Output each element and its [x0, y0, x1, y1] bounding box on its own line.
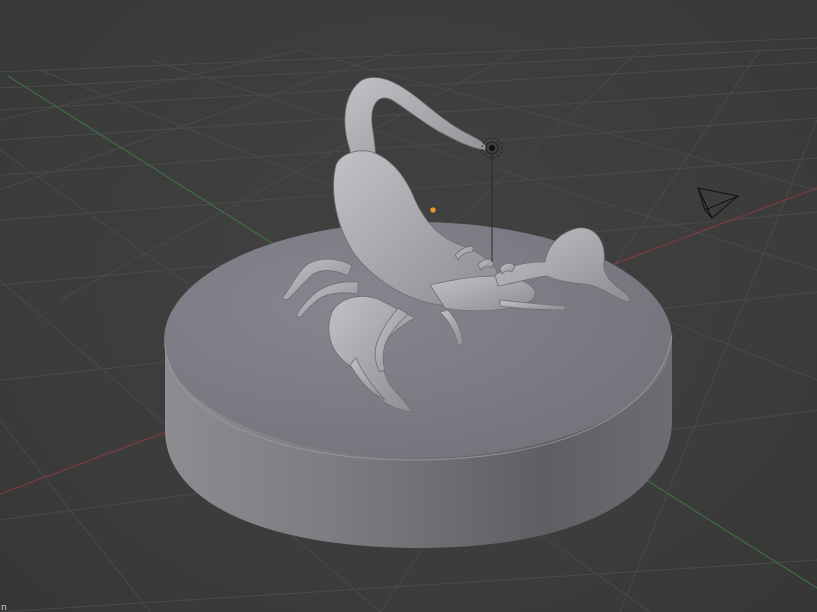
viewport-corner-label: n — [1, 603, 7, 612]
object-origin-icon[interactable] — [429, 206, 437, 214]
viewport-scene — [0, 37, 817, 612]
3d-viewport[interactable]: n — [0, 0, 817, 612]
camera-icon[interactable] — [697, 187, 740, 219]
